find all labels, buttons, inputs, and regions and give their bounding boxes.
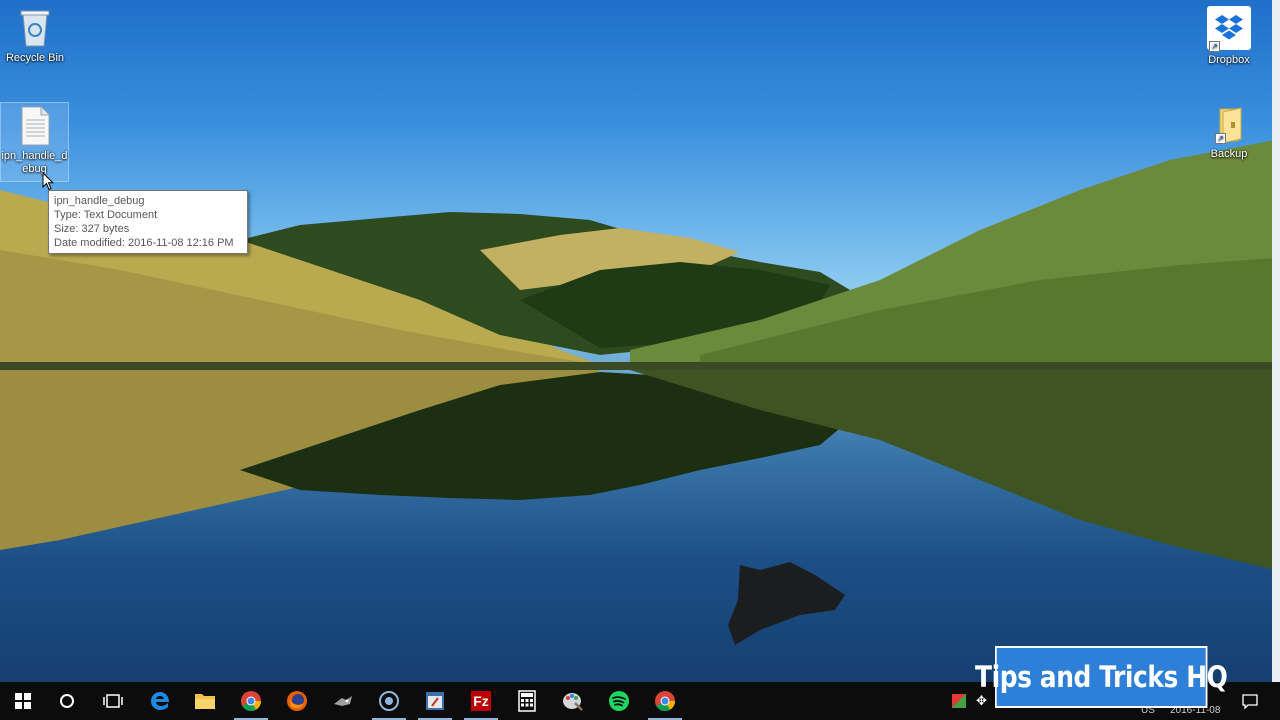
watermark-banner: Tips and Tricks HQ bbox=[975, 646, 1228, 708]
task-view-button[interactable] bbox=[90, 682, 136, 720]
debug-file-label-line1: ipn_handle_d bbox=[1, 150, 68, 162]
backup-label: Backup bbox=[1210, 148, 1248, 160]
app-window-icon bbox=[426, 692, 444, 710]
recycle-bin-shortcut[interactable]: Recycle Bin bbox=[0, 6, 70, 65]
debug-file-label-line2: ebug bbox=[22, 163, 47, 175]
tooltip-date-modified: Date modified: 2016-11-08 12:16 PM bbox=[54, 237, 234, 249]
calculator-icon bbox=[518, 690, 536, 712]
taskbar-calculator[interactable] bbox=[504, 682, 550, 720]
taskbar-app-window[interactable] bbox=[412, 682, 458, 720]
chrome-icon bbox=[655, 691, 676, 712]
dropbox-icon: ↗ bbox=[1207, 6, 1251, 52]
windows-logo-icon bbox=[15, 693, 31, 709]
mouse-pointer-icon bbox=[42, 172, 54, 191]
chrome-icon bbox=[241, 691, 262, 712]
cortana-icon bbox=[60, 694, 74, 708]
dropbox-label: Dropbox bbox=[1208, 54, 1250, 66]
folder-icon: ↗ bbox=[1211, 106, 1247, 144]
shortcut-arrow-icon: ↗ bbox=[1209, 41, 1220, 52]
desktop[interactable]: Recycle Bin ipn_handle_d ebug ipn_handle… bbox=[0, 0, 1280, 682]
file-explorer-icon bbox=[195, 694, 215, 709]
dropbox-shortcut[interactable]: ↗ Dropbox bbox=[1194, 6, 1264, 67]
taskbar-file-explorer[interactable] bbox=[182, 682, 228, 720]
paint-icon bbox=[563, 693, 583, 711]
app-icon bbox=[334, 696, 352, 706]
taskbar-edge[interactable] bbox=[137, 682, 183, 720]
shortcut-arrow-icon: ↗ bbox=[1215, 133, 1226, 144]
start-button[interactable] bbox=[0, 682, 46, 720]
svg-text:Fz: Fz bbox=[473, 693, 489, 709]
desktop-right-edge bbox=[1272, 0, 1280, 682]
firefox-icon bbox=[287, 691, 307, 711]
taskbar-app-1[interactable] bbox=[320, 682, 366, 720]
file-info-tooltip: ipn_handle_debug Type: Text Document Siz… bbox=[48, 190, 248, 254]
filezilla-icon: Fz bbox=[471, 691, 491, 711]
text-document-icon bbox=[21, 106, 49, 146]
action-center-button[interactable] bbox=[1242, 682, 1258, 720]
tray-dropbox-icon[interactable]: ✥ bbox=[976, 693, 987, 709]
taskbar-spotify[interactable] bbox=[596, 682, 642, 720]
cortana-search-button[interactable] bbox=[44, 682, 90, 720]
tooltip-file-type: Type: Text Document bbox=[54, 209, 158, 221]
taskbar-cortana-app[interactable] bbox=[366, 682, 412, 720]
task-view-icon bbox=[103, 694, 123, 708]
taskbar-paint[interactable] bbox=[550, 682, 596, 720]
edge-icon bbox=[151, 692, 169, 710]
tooltip-file-size: Size: 327 bytes bbox=[54, 223, 130, 235]
tooltip-file-name: ipn_handle_debug bbox=[54, 195, 145, 207]
recycle-bin-icon bbox=[20, 10, 50, 47]
taskbar-filezilla[interactable]: Fz bbox=[458, 682, 504, 720]
debug-file-shortcut[interactable]: ipn_handle_d ebug bbox=[0, 102, 69, 182]
tray-app-icon[interactable] bbox=[952, 694, 966, 708]
notification-icon bbox=[1242, 694, 1258, 709]
watermark-text: Tips and Tricks HQ bbox=[975, 660, 1228, 694]
taskbar-firefox[interactable] bbox=[274, 682, 320, 720]
backup-shortcut[interactable]: ↗ Backup bbox=[1194, 106, 1264, 161]
spotify-icon bbox=[609, 691, 629, 711]
taskbar-chrome[interactable] bbox=[228, 682, 274, 720]
taskbar-chrome-2[interactable] bbox=[642, 682, 688, 720]
wallpaper bbox=[0, 140, 1275, 645]
cortana-circle-icon bbox=[379, 691, 399, 711]
recycle-bin-label: Recycle Bin bbox=[5, 52, 65, 64]
